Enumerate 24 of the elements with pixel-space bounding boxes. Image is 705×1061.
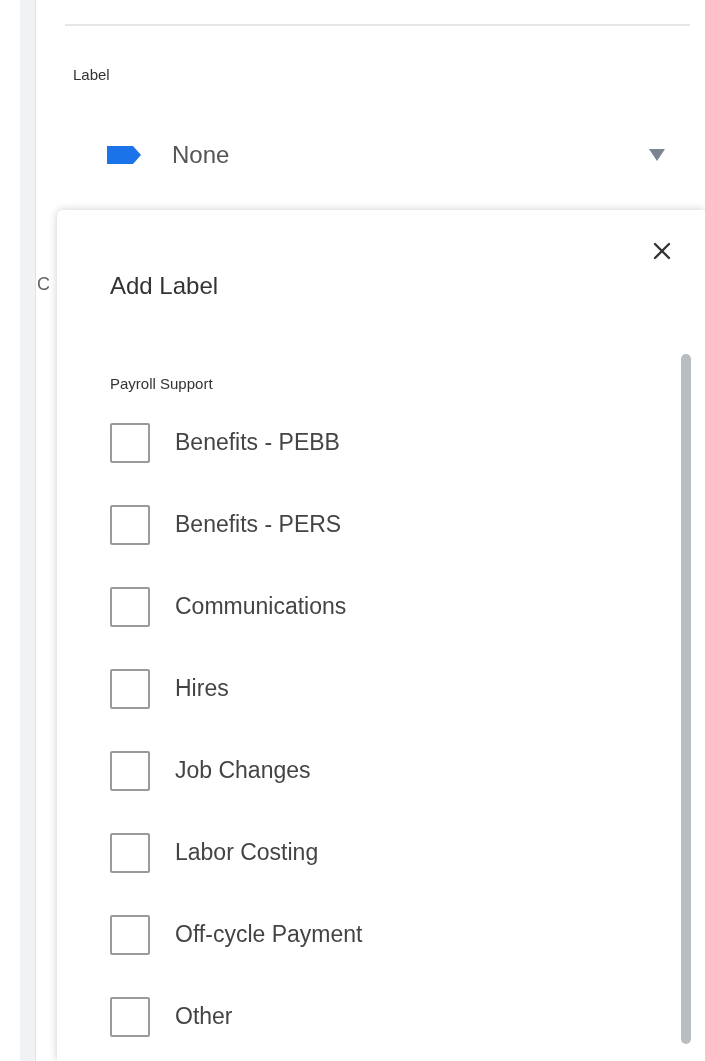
group-heading: Payroll Support (110, 374, 213, 394)
label-option[interactable]: Off-cycle Payment (110, 893, 363, 976)
checkbox[interactable] (110, 914, 150, 955)
label-option[interactable]: Hires (110, 647, 229, 730)
tag-icon (105, 143, 143, 166)
label-option[interactable]: Labor Costing (110, 811, 319, 894)
label-option[interactable]: Job Changes (110, 729, 311, 812)
label-option[interactable]: Other (110, 975, 233, 1058)
scrollbar[interactable] (681, 354, 691, 1044)
label-option[interactable]: Benefits - PEBB (110, 401, 340, 484)
checkbox[interactable] (110, 504, 150, 545)
checkbox[interactable] (110, 422, 150, 463)
checkbox[interactable] (110, 996, 150, 1037)
checkbox[interactable] (110, 586, 150, 627)
label-option[interactable]: Benefits - PERS (110, 483, 342, 566)
checkbox[interactable] (110, 832, 150, 873)
covered-text: C (37, 273, 50, 296)
field-label: Label (73, 65, 110, 85)
caret-icon (649, 148, 665, 161)
checkbox[interactable] (110, 750, 150, 791)
checkbox[interactable] (110, 668, 150, 709)
label-option[interactable]: Communications (110, 565, 347, 648)
popup-title: Add Label (110, 271, 219, 301)
label-dropdown[interactable]: None (105, 134, 665, 175)
